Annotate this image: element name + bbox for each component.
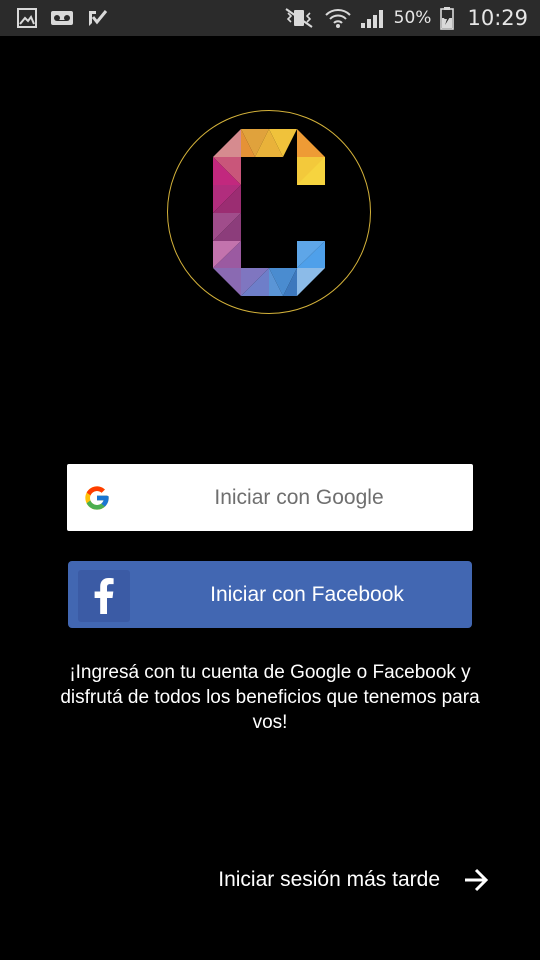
- signal-icon: [360, 7, 386, 29]
- info-line-1: ¡Ingresá con tu cuenta de Google o Faceb…: [69, 662, 471, 683]
- info-line-3: vos!: [252, 712, 288, 733]
- login-later-link[interactable]: Iniciar sesión más tarde: [218, 866, 490, 894]
- facebook-button-label: Iniciar con Facebook: [210, 582, 404, 606]
- wifi-icon: [324, 7, 352, 29]
- image-icon: [16, 7, 38, 29]
- facebook-login-button[interactable]: Iniciar con Facebook: [68, 561, 472, 628]
- status-right: 50% 10:29: [282, 6, 528, 30]
- voicemail-icon: [50, 7, 74, 29]
- vibrate-icon: [282, 7, 316, 29]
- login-info-text: ¡Ingresá con tu cuenta de Google o Faceb…: [20, 660, 520, 735]
- login-later-label: Iniciar sesión más tarde: [218, 868, 440, 891]
- status-bar: 50% 10:29: [0, 0, 540, 36]
- checkbox-icon: [86, 7, 108, 29]
- battery-icon: [439, 6, 455, 30]
- arrow-right-icon: [465, 868, 489, 892]
- status-time: 10:29: [467, 6, 528, 30]
- google-login-button[interactable]: Iniciar con Google: [67, 464, 473, 531]
- google-button-label: Iniciar con Google: [214, 485, 384, 509]
- info-line-2: disfrutá de todos los beneficios que ten…: [60, 687, 480, 708]
- battery-percent: 50%: [393, 8, 432, 28]
- status-left: [16, 7, 108, 29]
- c-logo-icon: [213, 129, 325, 296]
